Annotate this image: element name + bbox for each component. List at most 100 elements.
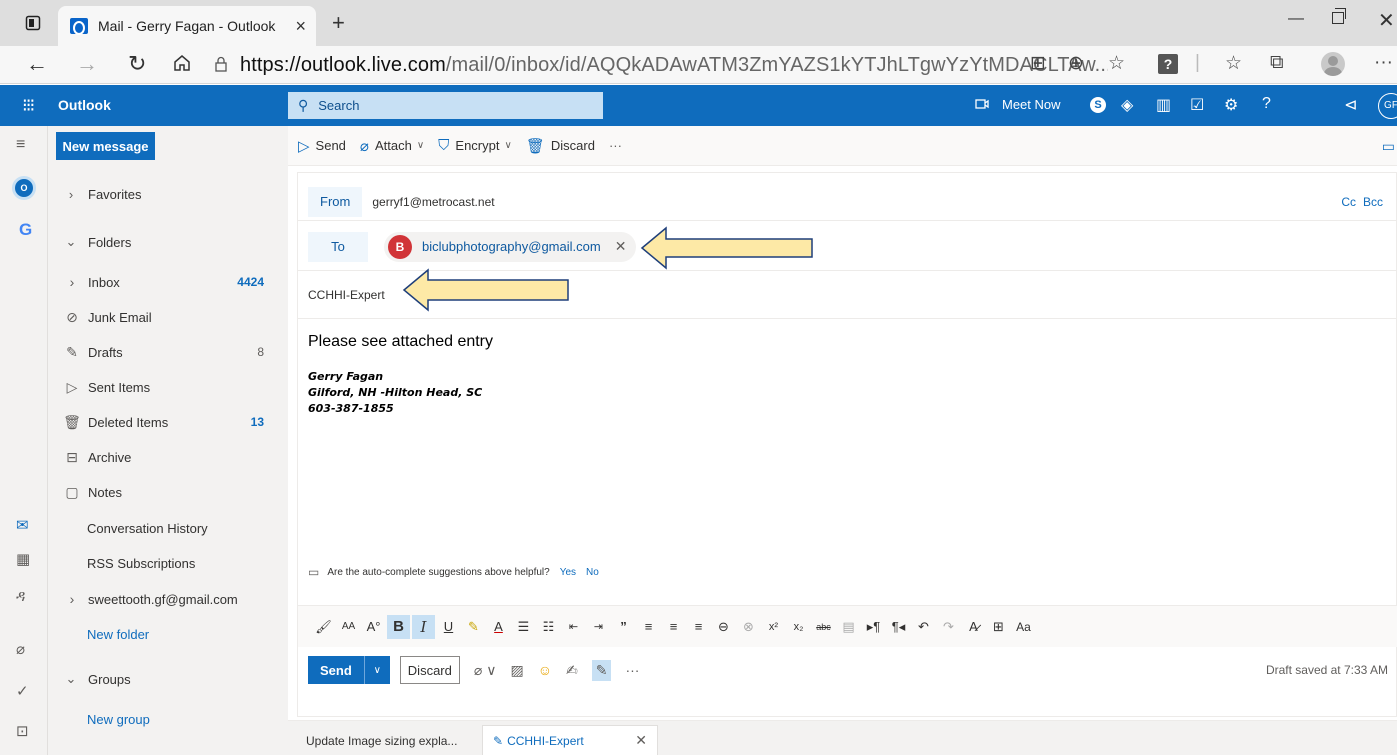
align-right-icon[interactable]: ≡ xyxy=(687,615,710,639)
bullets-icon[interactable]: ☰ xyxy=(512,615,535,639)
premium-diamond-icon[interactable]: ◈ xyxy=(1121,95,1133,115)
toolbar-attach-button[interactable]: ⌀ Attach ∨ xyxy=(360,137,424,155)
italic-icon[interactable]: I xyxy=(412,614,435,639)
search-input[interactable] xyxy=(318,98,579,113)
subject-input[interactable] xyxy=(308,287,908,302)
align-center-icon[interactable]: ≡ xyxy=(662,615,685,639)
subscript-icon[interactable]: x₂ xyxy=(787,615,810,639)
favorites-header[interactable]: › Favorites xyxy=(64,179,304,209)
sidebar-item-deleted-items[interactable]: 🗑︎ Deleted Items 13 xyxy=(62,407,302,437)
refresh-icon[interactable]: ↻ xyxy=(128,51,146,77)
signature-pen-icon[interactable]: ✍ xyxy=(566,662,578,679)
new-message-button[interactable]: New message xyxy=(56,132,155,160)
discard-button[interactable]: Discard xyxy=(399,656,460,684)
increase-indent-icon[interactable]: ⇥ xyxy=(587,615,610,639)
folders-header[interactable]: ⌄ Folders xyxy=(64,227,304,257)
help-icon[interactable]: ? xyxy=(1262,95,1271,113)
hamburger-menu-icon[interactable]: ≡ xyxy=(16,136,25,154)
emoji-icon[interactable]: ☺ xyxy=(538,662,552,678)
decrease-indent-icon[interactable]: ⇤ xyxy=(562,615,585,639)
toolbar-send-button[interactable]: ▷ Send xyxy=(298,137,346,155)
google-account-icon[interactable]: G xyxy=(19,220,32,240)
more-options-icon[interactable]: ··· xyxy=(625,662,639,678)
sidebar-item-rss-subscriptions[interactable]: RSS Subscriptions xyxy=(87,548,327,578)
home-icon[interactable] xyxy=(172,53,192,79)
remove-recipient-icon[interactable]: ✕ xyxy=(615,238,627,255)
bcc-button[interactable]: Bcc xyxy=(1363,195,1383,209)
zoom-icon[interactable]: ⊕ xyxy=(1068,52,1084,75)
add-favorite-icon[interactable]: ☆ xyxy=(1108,52,1125,75)
send-button[interactable]: Send xyxy=(308,656,364,684)
collections-icon[interactable]: ⧉ xyxy=(1270,52,1284,74)
mail-icon[interactable]: ✉ xyxy=(16,516,29,534)
sidebar-item-conversation-history[interactable]: Conversation History xyxy=(87,513,327,543)
font-size-decrease-icon[interactable]: AA xyxy=(337,615,360,639)
groups-header[interactable]: ⌄ Groups xyxy=(64,664,304,694)
more-apps-icon[interactable]: ⊡ xyxy=(16,722,29,740)
pop-out-icon[interactable]: ▭ xyxy=(1382,138,1395,155)
restore-window-button[interactable] xyxy=(1332,8,1346,24)
from-button[interactable]: From xyxy=(308,186,363,217)
attachment-icon[interactable]: ⌀ xyxy=(16,640,25,658)
insert-picture-icon[interactable]: ▨ xyxy=(510,662,523,679)
new-folder-link[interactable]: New folder xyxy=(87,619,327,649)
app-launcher-icon[interactable]: ⁝⁝⁝ xyxy=(22,95,35,116)
account-avatar[interactable]: GF xyxy=(1378,93,1397,119)
redo-icon[interactable]: ↷ xyxy=(937,615,960,639)
draft-tab-active[interactable]: ✎ CCHHI-Expert ✕ xyxy=(482,725,658,755)
undo-icon[interactable]: ↶ xyxy=(912,615,935,639)
forward-arrow-icon[interactable]: → xyxy=(76,51,98,77)
sidebar-item-notes[interactable]: ▢ Notes xyxy=(62,477,302,507)
tab-close-icon[interactable]: × xyxy=(295,16,306,37)
autocomplete-no-link[interactable]: No xyxy=(586,567,599,578)
toolbar-encrypt-button[interactable]: ⛉ Encrypt ∨ xyxy=(438,137,512,154)
minimize-window-button[interactable]: — xyxy=(1288,10,1304,28)
numbering-icon[interactable]: ☷ xyxy=(537,615,560,639)
autocomplete-yes-link[interactable]: Yes xyxy=(560,567,576,578)
bold-icon[interactable]: B xyxy=(387,614,410,639)
to-button[interactable]: To xyxy=(308,231,368,262)
attach-paperclip-icon[interactable]: ⌀ ∨ xyxy=(474,662,497,679)
sidebar-item-archive[interactable]: ⊟ Archive xyxy=(62,442,302,472)
people-icon[interactable]: ዳ xyxy=(16,588,25,605)
font-color-icon[interactable]: A xyxy=(487,615,510,639)
outlook-account-icon[interactable]: O xyxy=(12,176,36,200)
settings-gear-icon[interactable]: ⚙ xyxy=(1224,95,1238,115)
quote-icon[interactable]: ” xyxy=(612,615,635,639)
strikethrough-icon[interactable]: abc xyxy=(812,615,835,639)
calendar-icon[interactable]: ▦ xyxy=(16,550,30,568)
format-painter-icon[interactable]: 🖌︎ xyxy=(312,615,335,639)
send-options-chevron-down-icon[interactable]: ∨ xyxy=(363,656,390,684)
superscript-icon[interactable]: x² xyxy=(762,615,785,639)
highlight-icon[interactable]: ✎ xyxy=(462,615,485,639)
account-header[interactable]: › sweettooth.gf@gmail.com xyxy=(62,584,302,614)
extension-help-icon[interactable]: ? xyxy=(1158,54,1178,74)
back-arrow-icon[interactable]: ← xyxy=(26,51,48,77)
font-size-increase-icon[interactable]: A° xyxy=(362,615,385,639)
sidebar-item-inbox[interactable]: › Inbox 4424 xyxy=(62,267,302,297)
link-icon[interactable]: ⊖ xyxy=(712,615,735,639)
meet-now-button[interactable]: Meet Now xyxy=(1002,97,1061,112)
todo-check-icon[interactable]: ✓ xyxy=(16,682,29,700)
align-left-icon[interactable]: ≡ xyxy=(637,615,660,639)
new-tab-button[interactable]: + xyxy=(332,10,345,36)
sidebar-item-drafts[interactable]: ✎ Drafts 8 xyxy=(62,337,302,367)
clear-formatting-icon[interactable]: A̷ xyxy=(962,615,985,639)
toolbar-discard-button[interactable]: 🗑︎ Discard xyxy=(526,137,595,155)
sidebar-item-sent-items[interactable]: ▷ Sent Items xyxy=(62,372,302,402)
ltr-icon[interactable]: ▸¶ xyxy=(862,615,885,639)
insert-table-disabled-icon[interactable]: ▤ xyxy=(837,615,860,639)
toolbar-more-icon[interactable]: ··· xyxy=(609,138,622,153)
recipient-chip[interactable]: B biclubphotography@gmail.com ✕ xyxy=(384,231,637,262)
app-name[interactable]: Outlook xyxy=(58,97,111,113)
skype-icon[interactable]: S xyxy=(1090,97,1106,113)
cc-button[interactable]: Cc xyxy=(1341,195,1356,209)
unlink-icon[interactable]: ⊗ xyxy=(737,615,760,639)
message-body[interactable]: Please see attached entry Gerry Fagan Gi… xyxy=(308,333,1388,417)
url-field[interactable]: https://outlook.live.com/mail/0/inbox/id… xyxy=(214,50,1108,80)
video-call-icon[interactable] xyxy=(975,97,989,115)
draft-tab[interactable]: Update Image sizing expla... xyxy=(296,725,476,755)
browser-tab[interactable]: Mail - Gerry Fagan - Outlook × xyxy=(58,6,316,46)
sidebar-item-junk-email[interactable]: ⊘ Junk Email xyxy=(62,302,302,332)
immersive-reader-icon[interactable]: ⊞ xyxy=(1030,52,1046,75)
